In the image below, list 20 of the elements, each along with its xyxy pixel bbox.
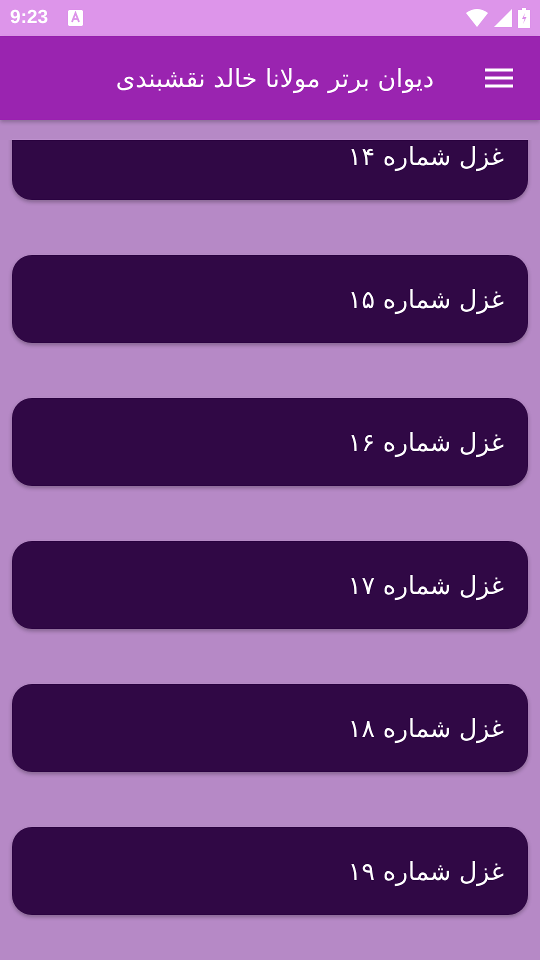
poem-title: غزل شماره ۱۵ (348, 284, 504, 314)
poem-card[interactable]: غزل شماره ۱۹ (12, 827, 528, 915)
poem-card[interactable]: غزل شماره ۱۶ (12, 398, 528, 486)
menu-button[interactable] (484, 67, 514, 89)
poem-title: غزل شماره ۱۶ (348, 428, 504, 456)
signal-icon (494, 9, 512, 27)
poem-card[interactable]: غزل شماره ۱۴ (12, 140, 528, 200)
poem-title: غزل شماره ۱۸ (348, 714, 504, 742)
notification-icon (68, 10, 84, 26)
battery-icon (518, 8, 530, 28)
poem-card[interactable]: غزل شماره ۱۸ (12, 684, 528, 772)
poem-title: غزل شماره ۱۷ (348, 570, 504, 600)
app-title: دیوان برتر مولانا خالد نقشبندی (116, 64, 434, 92)
poem-card[interactable]: غزل شماره ۱۷ (12, 541, 528, 629)
menu-icon (485, 68, 513, 88)
status-time: 9:23 (10, 7, 48, 29)
poem-card[interactable]: غزل شماره ۱۵ (12, 255, 528, 343)
wifi-icon (466, 9, 488, 27)
poem-title: غزل شماره ۱۴ (348, 142, 504, 170)
poem-title: غزل شماره ۱۹ (348, 856, 504, 886)
